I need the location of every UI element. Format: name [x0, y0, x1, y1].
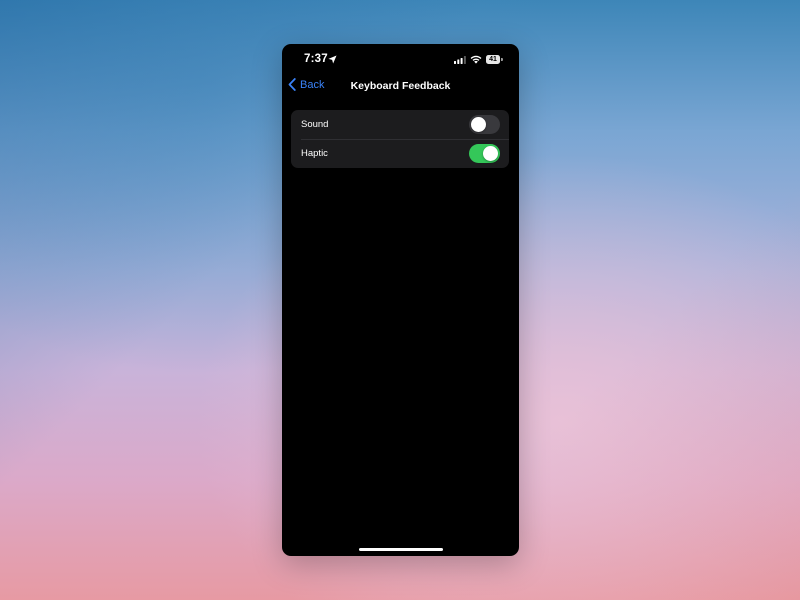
cellular-signal-icon — [454, 56, 466, 64]
wifi-icon — [470, 55, 482, 64]
phone-screen: 7:37 41 Back Keyboard Feedback Sound Hap… — [282, 44, 519, 556]
sound-label: Sound — [301, 119, 329, 130]
settings-row-sound: Sound — [291, 110, 509, 139]
haptic-toggle[interactable] — [469, 144, 500, 163]
page-title: Keyboard Feedback — [350, 80, 451, 92]
status-time: 7:37 — [304, 53, 328, 65]
location-arrow-icon — [328, 55, 337, 64]
battery-icon: 41 — [486, 55, 503, 64]
haptic-label: Haptic — [301, 148, 328, 159]
navigation-bar: Back Keyboard Feedback — [282, 76, 519, 98]
toggle-knob — [483, 146, 498, 161]
toggle-knob — [471, 117, 486, 132]
status-bar: 7:37 41 — [282, 44, 519, 76]
settings-row-haptic: Haptic — [291, 139, 509, 168]
battery-body: 41 — [486, 55, 500, 64]
sound-toggle[interactable] — [469, 115, 500, 134]
battery-level: 41 — [489, 56, 497, 63]
battery-cap — [501, 58, 503, 61]
feedback-settings-group: Sound Haptic — [291, 110, 509, 168]
home-indicator[interactable] — [359, 548, 443, 551]
